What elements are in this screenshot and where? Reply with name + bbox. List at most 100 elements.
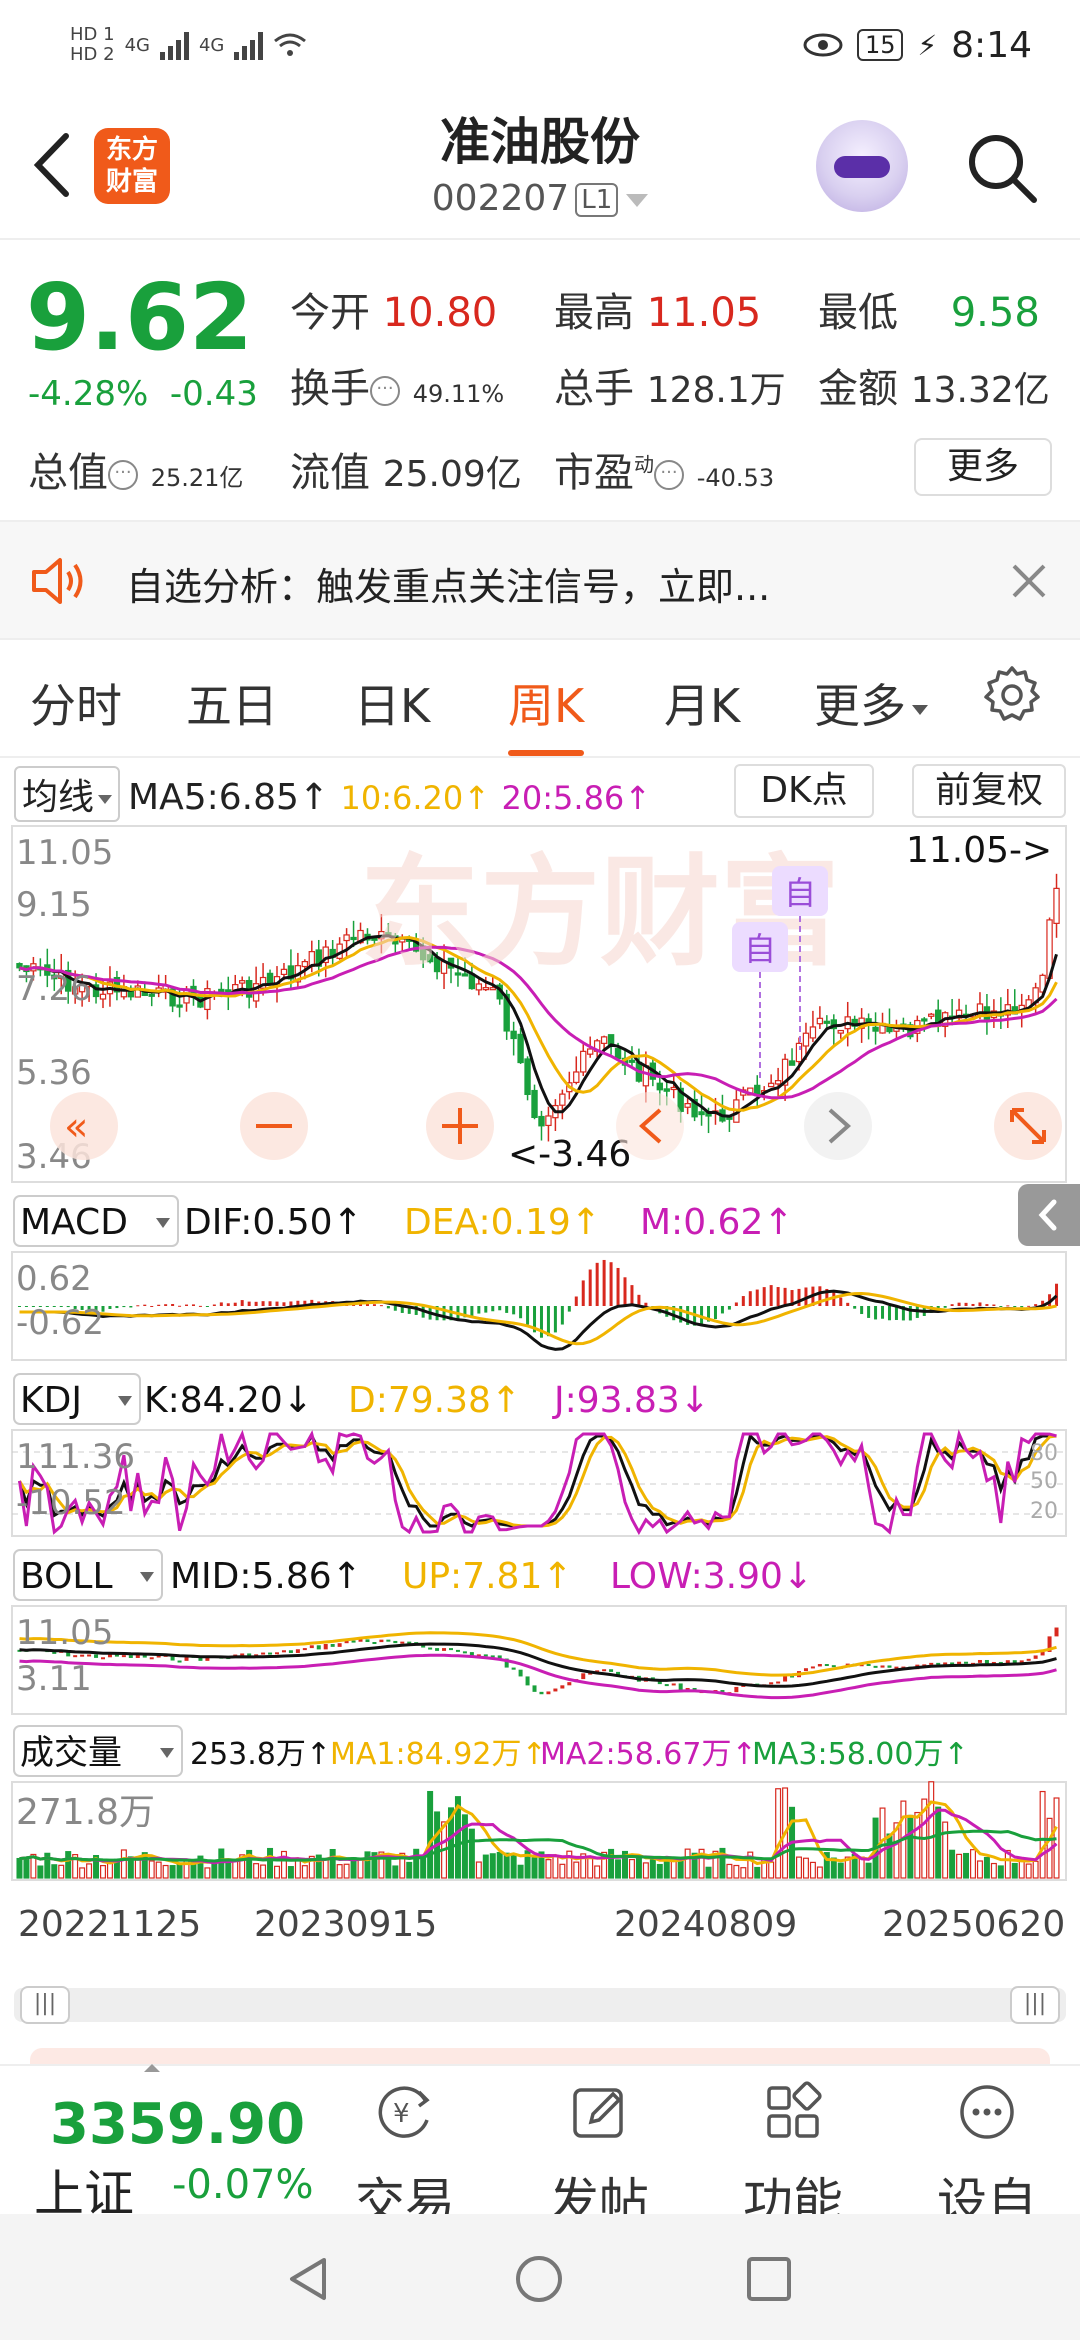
tab-daily-k[interactable]: 日K: [354, 670, 430, 736]
index-change: -0.07%: [172, 2162, 314, 2208]
volume-bar: [274, 1865, 281, 1879]
post-button[interactable]: 发帖: [534, 2066, 664, 2231]
macd-bar: [985, 1304, 989, 1306]
info-icon[interactable]: ···: [370, 376, 400, 406]
macd-bar: [567, 1306, 571, 1312]
range-handle-left[interactable]: |||: [20, 1986, 70, 2024]
macd-bar: [233, 1302, 237, 1306]
kdj-ref-80: 80: [1030, 1441, 1058, 1466]
fullscreen-button[interactable]: [994, 1092, 1062, 1160]
notice-banner[interactable]: 自选分析：触发重点关注信号，立即...: [0, 520, 1080, 640]
functions-button[interactable]: 功能: [728, 2066, 858, 2231]
close-icon[interactable]: [1006, 558, 1052, 604]
macd-bar: [240, 1300, 244, 1306]
tab-weekly-k[interactable]: 周K: [508, 670, 585, 756]
boll-candle: [177, 1660, 182, 1663]
stock-code: 002207: [431, 178, 570, 219]
info-icon[interactable]: ···: [654, 460, 684, 490]
volume-bar: [294, 1859, 301, 1879]
back-triangle-icon[interactable]: [284, 2254, 334, 2304]
trade-button[interactable]: ¥ 交易: [340, 2066, 470, 2231]
tab-monthly-k[interactable]: 月K: [664, 670, 740, 736]
wifi-icon: [274, 33, 307, 56]
scroll-next-button[interactable]: [804, 1092, 872, 1160]
tab-more[interactable]: 更多: [814, 670, 928, 736]
signal-icon-2: [234, 30, 264, 60]
macd-bar: [588, 1269, 592, 1306]
volume-bar: [1011, 1862, 1018, 1879]
stock-header: 东方财富 准油股份 002207 L1: [0, 90, 1080, 240]
ma-type-dropdown[interactable]: 均线: [14, 766, 121, 822]
boll-candle: [337, 1643, 342, 1647]
macd-bar: [553, 1306, 557, 1333]
macd-bar: [644, 1302, 648, 1306]
adjust-button[interactable]: 前复权: [912, 764, 1066, 818]
macd-bar: [943, 1306, 947, 1308]
boll-name: BOLL: [20, 1556, 113, 1597]
status-bar: HD 1 HD 2 4G 4G 15 ⚡ 8:14: [0, 0, 1080, 90]
boll-candle: [817, 1664, 822, 1667]
boll-candle: [400, 1641, 405, 1644]
macd-bar: [720, 1306, 724, 1314]
scroll-left-button[interactable]: «: [50, 1092, 118, 1160]
boll-candle: [866, 1663, 871, 1666]
macd-bar: [713, 1306, 717, 1320]
range-handle-right[interactable]: |||: [1010, 1986, 1060, 2024]
amount-field: 金额 13.32亿: [818, 356, 1050, 414]
candle: [517, 1033, 524, 1064]
info-icon[interactable]: ···: [108, 460, 138, 490]
side-panel-toggle[interactable]: [1018, 1184, 1080, 1246]
candle: [99, 993, 107, 1000]
zoom-in-button[interactable]: [426, 1092, 494, 1160]
assistant-robot-icon[interactable]: [816, 120, 908, 212]
candle: [176, 1004, 183, 1008]
volume-bar: [642, 1862, 649, 1879]
volume-bar: [775, 1788, 782, 1879]
add-watchlist-button[interactable]: 设自选: [922, 2066, 1052, 2303]
macd-bar: [386, 1306, 390, 1309]
zoom-out-button[interactable]: [240, 1092, 308, 1160]
recents-square-icon[interactable]: [744, 2254, 794, 2304]
boll-candle: [87, 1654, 92, 1657]
search-icon[interactable]: [962, 128, 1042, 208]
volume-bar: [392, 1865, 399, 1879]
volume-bar: [211, 1862, 218, 1879]
candle: [538, 1115, 545, 1127]
macd-bar: [219, 1302, 223, 1306]
boll-candle: [664, 1684, 669, 1687]
boll-candle: [532, 1685, 537, 1692]
volume-bar: [322, 1858, 329, 1879]
macd-bar: [964, 1302, 968, 1306]
boll-candle: [149, 1657, 154, 1660]
macd-bar: [115, 1306, 119, 1309]
macd-bar: [978, 1302, 982, 1306]
stock-code-selector[interactable]: 002207 L1: [0, 178, 1080, 219]
volume-ma2: MA2:58.67万↑: [540, 1737, 757, 1772]
boll-candle: [435, 1648, 440, 1651]
price-change: -4.28% -0.43: [28, 374, 258, 414]
volume-bar: [413, 1848, 420, 1879]
boll-candle: [734, 1686, 739, 1693]
grid-icon: [767, 2081, 822, 2138]
range-scrollbar[interactable]: [14, 1988, 1066, 2022]
macd-bar: [477, 1306, 481, 1314]
boll-candle: [831, 1665, 836, 1668]
candle: [663, 1088, 670, 1092]
scroll-prev-button[interactable]: [616, 1092, 684, 1160]
home-circle-icon[interactable]: [514, 2254, 564, 2304]
dk-point-button[interactable]: DK点: [734, 764, 874, 818]
volume-bar: [218, 1848, 225, 1879]
gear-icon[interactable]: [980, 662, 1044, 726]
tab-minute[interactable]: 分时: [30, 670, 122, 736]
boll-candle: [386, 1639, 391, 1642]
macd-bar: [129, 1306, 133, 1308]
double-chevron-left-icon: «: [64, 1104, 88, 1150]
macd-bar: [205, 1306, 209, 1307]
charging-icon: ⚡: [917, 28, 938, 62]
tab-five-day[interactable]: 五日: [186, 670, 278, 736]
candle: [1053, 887, 1060, 924]
more-quote-button[interactable]: 更多: [914, 438, 1052, 496]
volume-bar: [1025, 1863, 1032, 1879]
volume-bar: [733, 1864, 740, 1879]
chart-area[interactable]: 东方财富 11.05 9.15 7.26 5.36 3.46 11.05-> <…: [0, 820, 1080, 1886]
